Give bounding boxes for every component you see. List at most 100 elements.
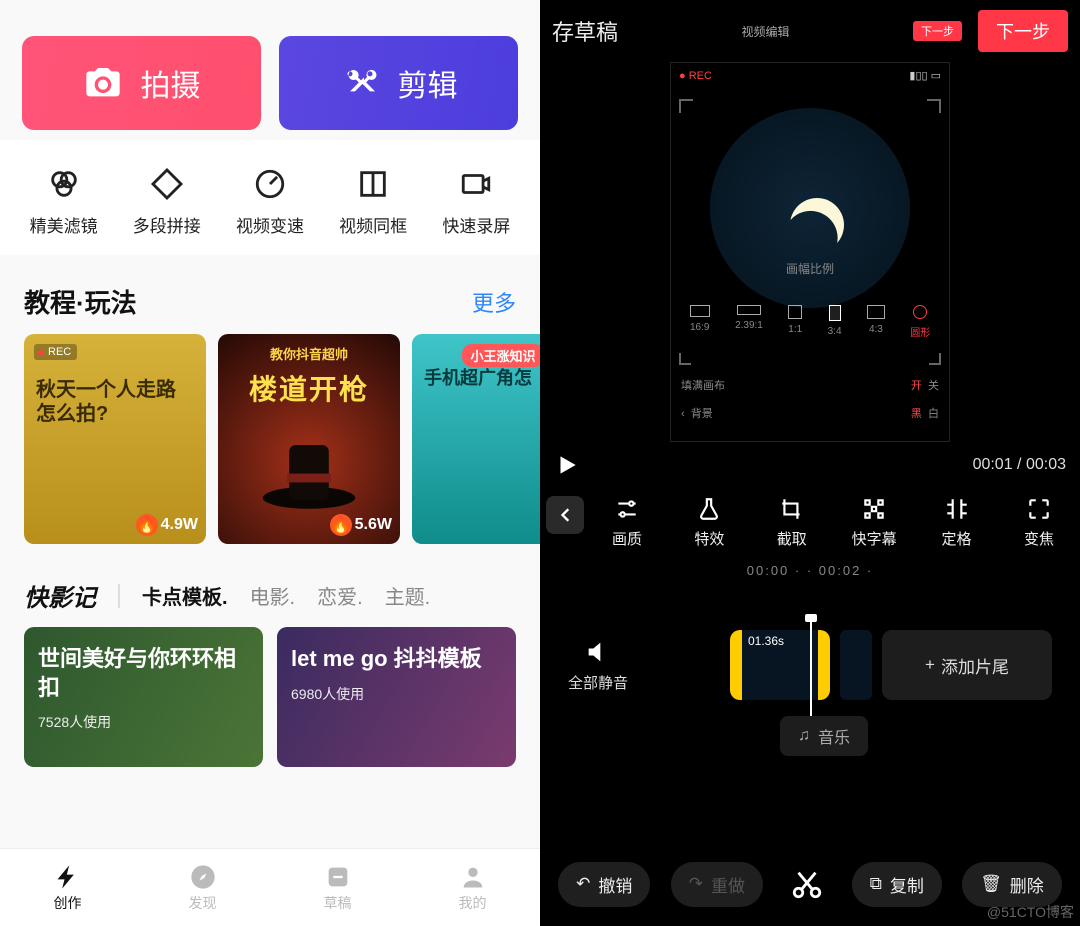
record-icon bbox=[459, 167, 493, 201]
bg-black[interactable]: 黑 bbox=[911, 408, 922, 420]
template-card[interactable]: let me go 抖抖模板 6980人使用 bbox=[277, 627, 516, 767]
redo-button[interactable]: ↷重做 bbox=[671, 862, 763, 907]
template-title: 世间美好与你环环相扣 bbox=[38, 645, 249, 702]
preview-thumbnail bbox=[710, 108, 910, 308]
bg-row: ‹ 背景黑 白 bbox=[681, 405, 939, 421]
ratio-opt[interactable]: 3:4 bbox=[828, 305, 842, 339]
divider bbox=[118, 584, 120, 608]
rec-badge: REC bbox=[34, 344, 77, 360]
clip-track[interactable]: 01.36s +添加片尾 bbox=[730, 630, 1052, 700]
tutorial-header: 教程·玩法 更多 bbox=[0, 255, 540, 334]
tool-record[interactable]: 快速录屏 bbox=[442, 166, 510, 237]
music-icon: ♫ bbox=[798, 727, 810, 745]
ratio-opt[interactable]: 1:1 bbox=[788, 305, 802, 339]
cut-button[interactable] bbox=[783, 860, 831, 908]
editor-tools: 画质 特效 截取 快字幕 定格 变焦 bbox=[540, 482, 1080, 557]
tool-subtitle[interactable]: 快字幕 bbox=[839, 496, 909, 549]
primary-actions: 拍摄 剪辑 bbox=[0, 0, 540, 140]
subtitle-icon bbox=[861, 496, 887, 522]
next-button[interactable]: 下一步 bbox=[978, 10, 1068, 52]
play-icon[interactable] bbox=[554, 452, 580, 478]
nav-draft[interactable]: 草稿 bbox=[324, 863, 352, 913]
ratio-opt[interactable]: 16:9 bbox=[690, 305, 710, 339]
edit-label: 剪辑 bbox=[398, 61, 458, 105]
copy-button[interactable]: ⧉复制 bbox=[852, 862, 942, 907]
tool-speed[interactable]: 视频变速 bbox=[236, 166, 304, 237]
back-button[interactable] bbox=[546, 496, 584, 534]
plus-icon: + bbox=[925, 655, 935, 675]
shoot-label: 拍摄 bbox=[141, 61, 201, 105]
video-clip[interactable] bbox=[840, 630, 872, 700]
tool-filter[interactable]: 精美滤镜 bbox=[30, 166, 98, 237]
tool-splice[interactable]: 多段拼接 bbox=[133, 166, 201, 237]
template-cards: 世间美好与你环环相扣 7528人使用 let me go 抖抖模板 6980人使… bbox=[0, 627, 540, 767]
cat-tab[interactable]: 主题. bbox=[385, 581, 431, 610]
card-title: 手机超广角怎 bbox=[424, 368, 540, 390]
tool-crop[interactable]: 截取 bbox=[757, 496, 827, 549]
fill-off[interactable]: 关 bbox=[928, 380, 939, 392]
bg-white[interactable]: 白 bbox=[928, 408, 939, 420]
template-sub: 6980人使用 bbox=[291, 684, 502, 704]
watermark: @51CTO博客 bbox=[987, 902, 1074, 922]
tutorial-card[interactable]: 小王涨知识 手机超广角怎 🔥 bbox=[412, 334, 540, 544]
ratio-opt[interactable]: 4:3 bbox=[867, 305, 885, 339]
ratio-options: 16:9 2.39:1 1:1 3:4 4:3 圆形 bbox=[671, 305, 949, 339]
nav-mine[interactable]: 我的 bbox=[459, 863, 487, 913]
card-title: 秋天一个人走路 怎么拍? bbox=[36, 378, 194, 426]
timeline-ticks: 00:00 · · 00:02 · bbox=[540, 563, 1080, 578]
next-small-button[interactable]: 下一步 bbox=[913, 21, 962, 41]
rec-label: REC bbox=[689, 70, 712, 82]
preview-frame-bottom bbox=[679, 353, 941, 365]
draft-icon bbox=[324, 863, 352, 891]
add-tail-button[interactable]: +添加片尾 bbox=[882, 630, 1052, 700]
more-link[interactable]: 更多 bbox=[472, 286, 516, 318]
tool-zoom[interactable]: 变焦 bbox=[1004, 496, 1074, 549]
freeze-icon bbox=[944, 496, 970, 522]
ratio-opt[interactable]: 2.39:1 bbox=[735, 305, 763, 339]
cat-tab[interactable]: 恋爱. bbox=[317, 581, 363, 610]
card-banner: 教你抖音超帅 bbox=[218, 344, 400, 363]
nav-discover[interactable]: 发现 bbox=[189, 863, 217, 913]
preview-frame-top: ● REC ▮▯▯ ▭ bbox=[671, 63, 949, 88]
tool-quality[interactable]: 画质 bbox=[592, 496, 662, 549]
camera-icon bbox=[83, 63, 123, 103]
preview-area[interactable]: ● REC ▮▯▯ ▭ 画幅比例 16:9 2.39:1 1:1 3:4 4:3… bbox=[670, 62, 950, 442]
tool-freeze[interactable]: 定格 bbox=[922, 496, 992, 549]
nav-create[interactable]: 创作 bbox=[54, 863, 82, 913]
person-icon bbox=[459, 863, 487, 891]
bolt-icon bbox=[54, 863, 82, 891]
video-clip[interactable]: 01.36s bbox=[730, 630, 830, 700]
bottom-nav: 创作 发现 草稿 我的 bbox=[0, 848, 540, 926]
tutorial-cards[interactable]: REC 秋天一个人走路 怎么拍? 🔥4.9W 教你抖音超帅 楼道开枪 🔥5.6W… bbox=[0, 334, 540, 544]
redo-icon: ↷ bbox=[689, 874, 703, 894]
app-home: 拍摄 剪辑 精美滤镜 多段拼接 视频变速 视频同框 快速录屏 教程·玩法 更多 … bbox=[0, 0, 540, 926]
time-display: 00:01 / 00:03 bbox=[973, 456, 1066, 474]
cat-tab[interactable]: 电影. bbox=[250, 581, 296, 610]
card-banner: 小王涨知识 bbox=[462, 344, 540, 367]
tutorial-card[interactable]: 教你抖音超帅 楼道开枪 🔥5.6W bbox=[218, 334, 400, 544]
shoot-button[interactable]: 拍摄 bbox=[22, 36, 261, 130]
mute-all-button[interactable]: 全部静音 bbox=[568, 638, 628, 693]
music-button[interactable]: ♫音乐 bbox=[780, 716, 868, 756]
tutorial-card[interactable]: REC 秋天一个人走路 怎么拍? 🔥4.9W bbox=[24, 334, 206, 544]
tool-row: 精美滤镜 多段拼接 视频变速 视频同框 快速录屏 bbox=[0, 140, 540, 255]
tool-effects[interactable]: 特效 bbox=[674, 496, 744, 549]
cat-tab[interactable]: 卡点模板. bbox=[142, 581, 228, 610]
hot-badge: 🔥4.9W bbox=[136, 514, 198, 536]
template-title: let me go 抖抖模板 bbox=[291, 645, 502, 674]
tool-frame[interactable]: 视频同框 bbox=[339, 166, 407, 237]
save-draft-button[interactable]: 存草稿 bbox=[552, 15, 618, 47]
fill-on[interactable]: 开 bbox=[911, 380, 922, 392]
video-editor: 存草稿 视频编辑 下一步 下一步 ● REC ▮▯▯ ▭ 画幅比例 16:9 2… bbox=[540, 0, 1080, 926]
ratio-opt[interactable]: 圆形 bbox=[910, 305, 930, 339]
chevron-left-icon bbox=[555, 505, 575, 525]
template-card[interactable]: 世间美好与你环环相扣 7528人使用 bbox=[24, 627, 263, 767]
timeline[interactable]: 全部静音 01.36s +添加片尾 ♫音乐 bbox=[540, 592, 1080, 752]
delete-button[interactable]: 🗑删除 bbox=[962, 862, 1062, 907]
edit-button[interactable]: 剪辑 bbox=[279, 36, 518, 130]
zoom-icon bbox=[1026, 496, 1052, 522]
undo-button[interactable]: ↶撤销 bbox=[558, 862, 650, 907]
tutorial-title: 教程·玩法 bbox=[24, 283, 137, 320]
category-tabs: 快影记 卡点模板. 电影. 恋爱. 主题. bbox=[0, 544, 540, 627]
scissors-icon bbox=[340, 63, 380, 103]
